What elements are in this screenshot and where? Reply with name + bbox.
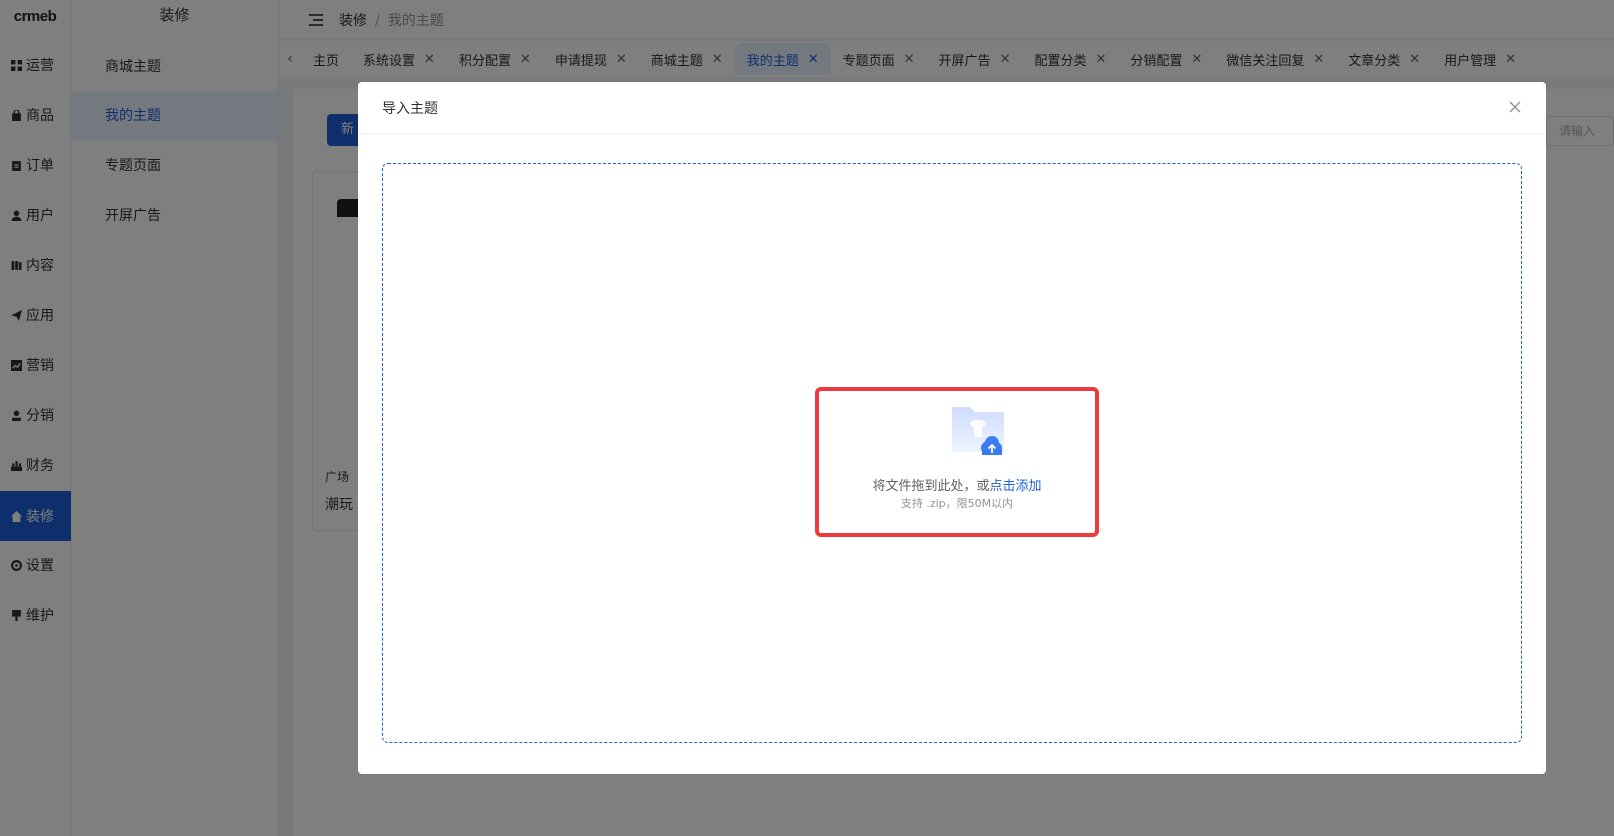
modal-title: 导入主题 <box>382 100 438 117</box>
close-icon[interactable] <box>1508 100 1522 114</box>
upload-instruction: 将文件拖到此处，或点击添加 <box>819 475 1095 494</box>
upload-text: 将文件拖到此处，或 <box>872 479 990 494</box>
upload-dropzone[interactable]: 将文件拖到此处，或点击添加 支持 .zip，限50M以内 <box>382 163 1522 743</box>
click-to-add-link[interactable]: 点击添加 <box>990 479 1042 494</box>
folder-upload-icon <box>952 407 1004 455</box>
import-theme-modal: 导入主题 将文件拖到此处，或点击添加 支持 .zip，限50M以内 <box>358 82 1546 774</box>
upload-tip: 支持 .zip，限50M以内 <box>900 497 1014 510</box>
upload-highlight-box: 将文件拖到此处，或点击添加 支持 .zip，限50M以内 <box>815 387 1099 537</box>
modal-header: 导入主题 <box>358 82 1546 134</box>
